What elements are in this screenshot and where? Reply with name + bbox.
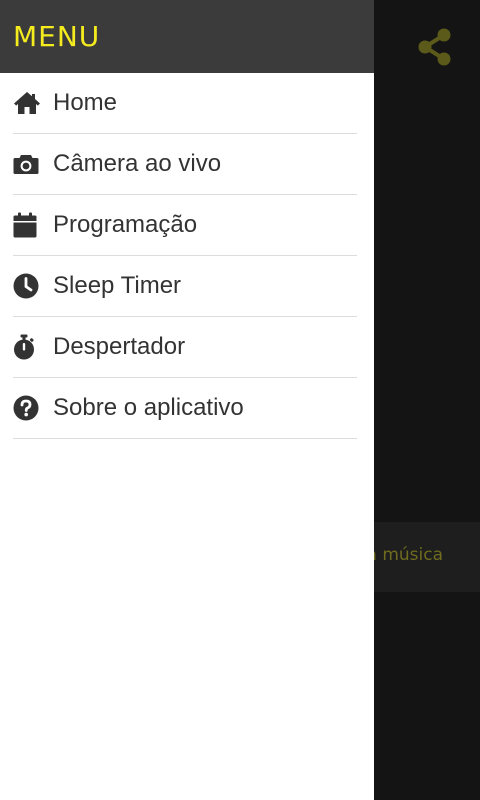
menu-item-camera-live[interactable]: Câmera ao vivo	[13, 134, 357, 195]
navigation-drawer: MENU Home Câmera ao vivo Programação Sle…	[0, 0, 374, 800]
clock-icon	[13, 272, 41, 300]
menu-list: Home Câmera ao vivo Programação Sleep Ti…	[0, 73, 374, 439]
home-icon	[13, 89, 41, 117]
menu-item-alarm[interactable]: Despertador	[13, 317, 357, 378]
menu-item-about-app[interactable]: Sobre o aplicativo	[13, 378, 357, 439]
menu-item-label: Programação	[53, 211, 198, 238]
camera-icon	[13, 150, 41, 178]
menu-item-label: Sobre o aplicativo	[53, 394, 244, 421]
menu-item-label: Sleep Timer	[53, 272, 182, 299]
menu-item-home[interactable]: Home	[13, 73, 357, 134]
drawer-header: MENU	[0, 0, 374, 73]
drawer-title: MENU	[13, 20, 101, 53]
menu-item-label: Despertador	[53, 333, 186, 360]
share-icon	[418, 28, 451, 66]
menu-item-sleep-timer[interactable]: Sleep Timer	[13, 256, 357, 317]
question-circle-icon	[13, 394, 41, 422]
share-button[interactable]	[412, 26, 458, 68]
stopwatch-icon	[13, 333, 41, 361]
menu-item-label: Câmera ao vivo	[53, 150, 222, 177]
menu-item-schedule[interactable]: Programação	[13, 195, 357, 256]
menu-item-label: Home	[53, 89, 118, 116]
calendar-icon	[13, 211, 41, 239]
